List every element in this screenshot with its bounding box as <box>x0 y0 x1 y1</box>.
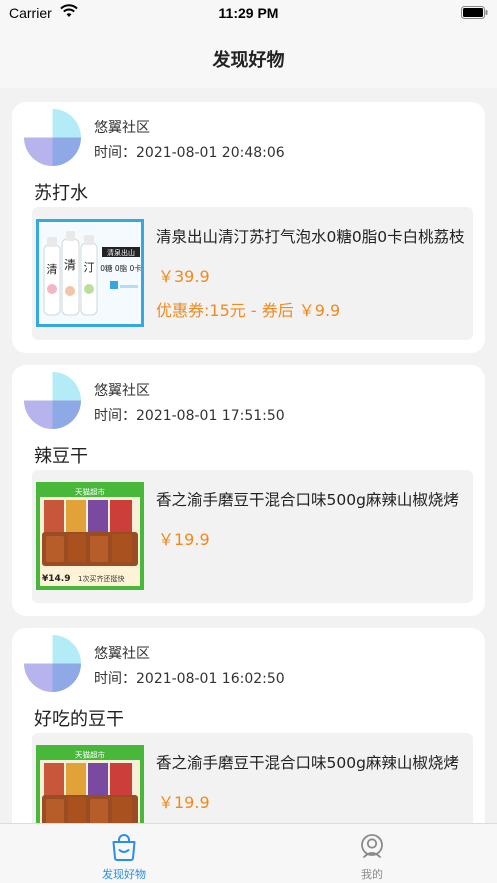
dried-tofu-snack-image: 天猫超市 ¥14.9 1次买齐还挺快 <box>36 482 144 590</box>
svg-text:清: 清 <box>64 258 76 272</box>
avatar <box>24 635 81 692</box>
time-value: 2021-08-01 17:51:50 <box>136 408 285 424</box>
avatar <box>24 109 81 166</box>
product-name: 香之渝手磨豆干混合口味500g麻辣山椒烧烤 <box>156 491 459 509</box>
post-title: 苏打水 <box>34 183 88 204</box>
author-name: 悠翼社区 <box>94 120 150 136</box>
author-name: 悠翼社区 <box>94 383 150 399</box>
soda-water-bottles-image: 清 清 汀 清泉出山 0糖 0脂 0卡 <box>36 219 144 327</box>
page-title: 发现好物 <box>212 50 285 71</box>
tab-bar: 发现好物 我的 <box>0 823 497 883</box>
svg-text:清: 清 <box>47 263 58 276</box>
product-price: ￥19.9 <box>158 793 210 812</box>
tab-mine[interactable]: 我的 <box>248 824 496 883</box>
time-label: 时间： <box>94 671 136 687</box>
post-card[interactable]: 悠翼社区 时间：2021-08-01 17:51:50 辣豆干 天猫超市 ¥14… <box>12 365 485 616</box>
battery-icon <box>461 6 488 19</box>
post-time: 时间：2021-08-01 16:02:50 <box>94 668 285 688</box>
tab-discover[interactable]: 发现好物 <box>0 824 248 883</box>
navigation-bar: 发现好物 <box>0 26 497 88</box>
svg-text:汀: 汀 <box>84 261 95 274</box>
status-bar: Carrier 11:29 PM <box>0 0 497 26</box>
post-title: 辣豆干 <box>34 446 88 467</box>
product-price: ￥39.9 <box>158 267 210 286</box>
image-store-text: 天猫超市 <box>75 750 105 760</box>
post-feed[interactable]: 悠翼社区 时间：2021-08-01 20:48:06 苏打水 清 清 汀 清泉 <box>0 88 497 823</box>
post-title: 好吃的豆干 <box>34 709 124 730</box>
product-card[interactable]: 天猫超市 香之渝手磨豆干混合口味500g麻辣山椒烧烤 ￥19.9 <box>32 733 473 823</box>
time-value: 2021-08-01 20:48:06 <box>136 145 285 161</box>
product-name: 香之渝手磨豆干混合口味500g麻辣山椒烧烤 <box>156 754 459 772</box>
image-promo-price: ¥14.9 <box>42 574 70 584</box>
product-card[interactable]: 清 清 汀 清泉出山 0糖 0脂 0卡 清泉出山清汀苏打气泡水0糖0脂0卡白桃荔… <box>32 207 473 340</box>
author-name: 悠翼社区 <box>94 646 150 662</box>
avatar <box>24 372 81 429</box>
post-time: 时间：2021-08-01 17:51:50 <box>94 405 285 425</box>
post-time: 时间：2021-08-01 20:48:06 <box>94 142 285 162</box>
product-card[interactable]: 天猫超市 ¥14.9 1次买齐还挺快 香之渝手磨豆干混合口味500g麻辣山椒烧烤… <box>32 470 473 603</box>
tab-label: 我的 <box>361 868 383 881</box>
clock: 11:29 PM <box>218 5 279 21</box>
time-label: 时间： <box>94 145 136 161</box>
product-name: 清泉出山清汀苏打气泡水0糖0脂0卡白桃荔枝 <box>156 228 465 246</box>
shopping-bag-icon <box>112 834 136 861</box>
coupon-info: 优惠券:15元 - 券后 ￥9.9 <box>156 301 341 320</box>
image-promo-text: 1次买齐还挺快 <box>78 574 124 583</box>
profile-icon <box>361 834 383 858</box>
post-card[interactable]: 悠翼社区 时间：2021-08-01 16:02:50 好吃的豆干 天猫超市 香… <box>12 628 485 823</box>
time-label: 时间： <box>94 408 136 424</box>
time-value: 2021-08-01 16:02:50 <box>136 671 285 687</box>
image-slogan-text: 0糖 0脂 0卡 <box>100 263 142 273</box>
post-card[interactable]: 悠翼社区 时间：2021-08-01 20:48:06 苏打水 清 清 汀 清泉 <box>12 102 485 353</box>
image-tag-text: 清泉出山 <box>107 248 135 257</box>
dried-tofu-snack-image: 天猫超市 <box>36 745 144 823</box>
tab-label: 发现好物 <box>102 868 146 881</box>
image-store-text: 天猫超市 <box>75 487 105 497</box>
product-price: ￥19.9 <box>158 530 210 549</box>
